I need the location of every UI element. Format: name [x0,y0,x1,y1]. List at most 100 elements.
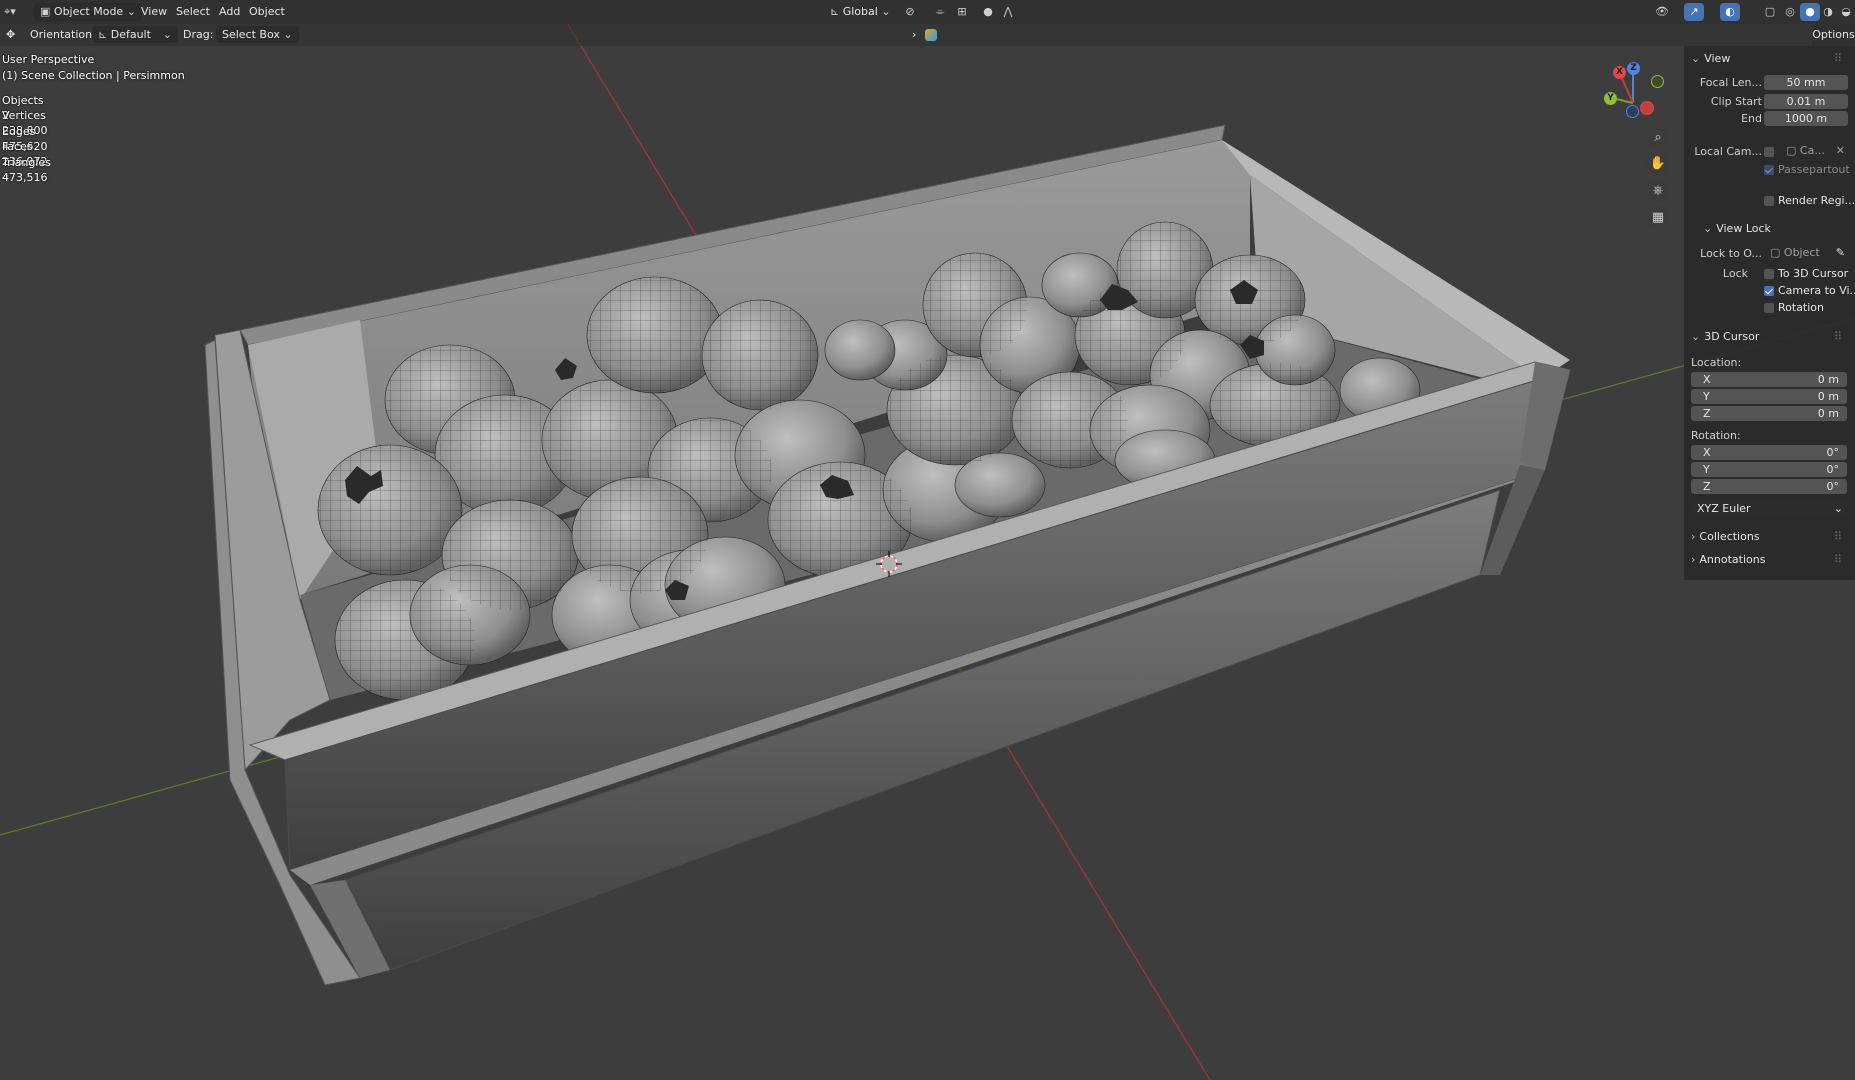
clip-end-label: End [1741,112,1762,125]
rotation-label: Rotation: [1691,429,1741,442]
checkbox-icon [1764,269,1774,279]
checkbox-icon [1764,165,1774,175]
checkbox-icon [1764,196,1774,206]
clip-end-field[interactable]: 1000 m [1764,111,1848,126]
focal-length-label: Focal Len... [1699,76,1762,89]
gizmo-neg-y[interactable] [1651,75,1664,88]
pan-hand-icon[interactable]: ✋ [1646,152,1670,176]
focal-length-field[interactable]: 50 mm [1764,75,1848,90]
gizmo-neg-x[interactable] [1640,101,1654,115]
options-tab[interactable]: Options [1812,24,1855,46]
eyedropper-icon[interactable]: ✎ [1836,245,1845,260]
shading-material-icon[interactable]: ◑ [1818,3,1838,21]
ortho-perspective-grid-icon[interactable]: ▦ [1646,206,1670,230]
menu-object[interactable]: Object [249,0,285,24]
checkbox-icon [1764,147,1774,157]
visibility-icon[interactable]: 👁 [1652,3,1672,21]
move-tool-icon[interactable]: ✥ [6,24,15,46]
view-section-header[interactable]: ⌄ View [1691,52,1730,65]
camera-view-icon[interactable]: ⎈ [1646,179,1670,203]
clear-icon[interactable]: ✕ [1836,143,1845,158]
drag-grip-icon[interactable]: ⠿ [1834,530,1842,543]
editor-type-button[interactable]: ⌖▾ [4,0,28,24]
collections-section-header[interactable]: › Collections [1691,530,1760,543]
drag-grip-icon[interactable]: ⠿ [1834,52,1842,65]
lock-to-3d-cursor-checkbox[interactable]: To 3D Cursor [1764,267,1848,280]
3d-viewport[interactable] [0,0,1855,1080]
chevron-right-icon: › [1691,553,1696,566]
chevron-down-icon: ⌄ [162,28,172,41]
stats-row-faces: Faces236,972 [2,140,48,168]
stats-row-triangles: Triangles473,516 [2,156,51,184]
sidebar-panel: ⌄ View ⠿ Focal Len... 50 mm Clip Start 0.… [1684,46,1855,580]
gizmo-x-axis[interactable]: X [1613,66,1626,79]
shading-solid-icon[interactable]: ● [1800,3,1820,21]
gizmo-y-axis[interactable]: Y [1604,92,1617,105]
view-lock-section-header[interactable]: ⌄ View Lock [1703,222,1771,235]
orientation-dropdown[interactable]: ⊾ Default ⌄ [92,26,178,43]
perspective-label: User Perspective [2,53,95,66]
menu-view[interactable]: View [141,0,167,24]
proportional-edit-icon[interactable]: ● [978,3,998,21]
sidebar-expand-icon[interactable]: › [912,24,916,46]
chevron-right-icon: › [1691,530,1696,543]
xray-toggle-icon[interactable]: ▢ [1760,3,1780,21]
asset-shelf-icon[interactable] [925,24,937,46]
cursor-location-z[interactable]: Z0 m [1691,406,1847,421]
snap-toggle-icon[interactable]: ⌯ [930,3,950,21]
falloff-icon[interactable]: ⋀ [998,3,1018,21]
chevron-down-icon: ⌄ [283,28,293,41]
overlays-toggle-icon[interactable]: ◐ [1720,3,1740,21]
snap-target-icon[interactable]: ⊞ [952,3,972,21]
lock-rotation-checkbox[interactable]: Rotation [1764,301,1824,314]
annotations-section-header[interactable]: › Annotations [1691,553,1765,566]
zoom-icon[interactable]: ⌕ [1646,126,1670,150]
chevron-down-icon: ⌄ [1703,222,1713,235]
menu-add[interactable]: Add [219,0,240,24]
local-camera-checkbox[interactable] [1764,145,1778,158]
drag-grip-icon[interactable]: ⠿ [1834,553,1842,566]
shading-rendered-icon[interactable]: ◒ [1836,3,1855,21]
gizmo-z-axis[interactable]: Z [1627,62,1640,75]
cursor-location-x[interactable]: X0 m [1691,372,1847,387]
cursor-location-y[interactable]: Y0 m [1691,389,1847,404]
collection-label: (1) Scene Collection | Persimmon [2,69,185,82]
3d-cursor-section-header[interactable]: ⌄ 3D Cursor [1691,330,1759,343]
clip-start-field[interactable]: 0.01 m [1764,94,1848,109]
transform-orientation-label: Global [842,5,878,18]
3d-cursor-icon[interactable] [876,551,902,577]
cursor-rotation-y[interactable]: Y 0° [1691,462,1847,477]
mode-dropdown[interactable]: ▣ Object Mode ⌄ [34,3,142,21]
orientation-icon: ⊾ [830,5,840,18]
shading-wireframe-icon[interactable]: ◎ [1780,3,1800,21]
render-region-checkbox[interactable]: Render Regi... [1764,194,1855,207]
chevron-down-icon: ⌄ [126,5,136,18]
orientation-value: Default [110,28,151,41]
camera-icon: ▢ [1786,144,1797,157]
editor-type-3d-viewport-icon: ⌖▾ [4,5,16,18]
lock-camera-to-view-checkbox[interactable]: Camera to Vi... [1764,284,1855,297]
transform-orientation-dropdown[interactable]: ⊾ Global ⌄ [830,0,891,24]
navigation-gizmo[interactable]: Z Y X [1596,58,1666,128]
chevron-down-icon: ⌄ [1691,330,1701,343]
menu-select[interactable]: Select [176,0,210,24]
drag-dropdown[interactable]: Select Box ⌄ [216,26,299,43]
drag-grip-icon[interactable]: ⠿ [1834,330,1842,343]
orientation-icon: ⊾ [98,28,108,41]
gizmo-neg-z[interactable] [1626,105,1639,118]
checkbox-checked-icon [1764,286,1774,296]
lock-to-object-label: Lock to O... [1700,247,1762,260]
gizmo-toggle-icon[interactable]: ↗ [1684,3,1704,21]
checkbox-icon [1764,303,1774,313]
cursor-rotation-x[interactable]: X 0° [1691,445,1847,460]
pivot-point-icon[interactable]: ⊘ [900,3,920,21]
rotation-mode-dropdown[interactable]: XYZ Euler ⌄ [1691,500,1847,517]
lock-to-object-field[interactable]: ▢ Object ✎ [1764,245,1848,260]
chevron-down-icon: ⌄ [1833,502,1843,515]
clip-start-label: Clip Start [1710,95,1762,108]
object-icon: ▢ [1770,246,1781,259]
cursor-rotation-z[interactable]: Z 0° [1691,479,1847,494]
drag-label: Drag: [183,28,214,41]
local-camera-field[interactable]: ▢ Ca... ✕ [1780,143,1848,158]
passepartout-checkbox[interactable]: Passepartout [1764,163,1850,176]
